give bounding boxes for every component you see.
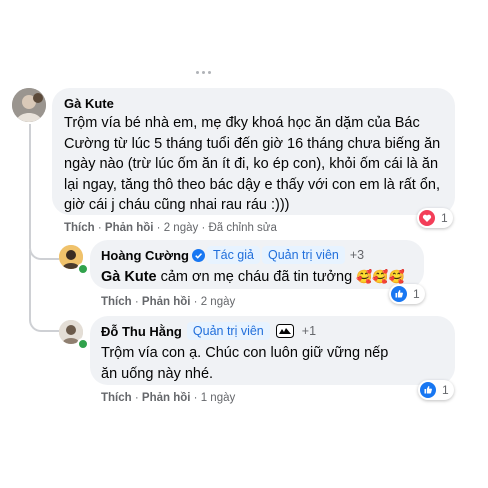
comment-time[interactable]: 1 ngày: [201, 392, 236, 404]
reaction-count[interactable]: 1: [417, 208, 453, 228]
comment-actions: Thích · Phản hồi · 2 ngày: [101, 296, 236, 308]
reply-link[interactable]: Phản hồi: [142, 296, 191, 308]
comment-bubble: Đỗ Thu Hằng Quản trị viên +1 Trộm vía co…: [90, 316, 455, 385]
like-link[interactable]: Thích: [64, 222, 95, 234]
avatar[interactable]: [12, 88, 46, 122]
reaction-count[interactable]: 1: [418, 380, 454, 400]
reply-link[interactable]: Phản hồi: [142, 392, 191, 404]
comment-author[interactable]: Gà Kute: [64, 96, 443, 111]
online-indicator: [77, 263, 89, 275]
top-divider-dots: [196, 71, 216, 75]
avatar-photo-icon: [12, 88, 46, 122]
emoji-text: 🥰🥰🥰: [356, 269, 405, 284]
like-link[interactable]: Thích: [101, 296, 132, 308]
reply-link[interactable]: Phản hồi: [105, 222, 154, 234]
admin-badge[interactable]: Quản trị viên: [186, 322, 270, 340]
like-icon: [391, 286, 407, 302]
reaction-number: 1: [441, 211, 448, 225]
reply-thread-line-2: [29, 250, 59, 332]
reaction-number: 1: [442, 383, 449, 397]
reaction-count[interactable]: 1: [389, 284, 425, 304]
comment-author[interactable]: Hoàng Cường: [101, 248, 189, 263]
edited-label: Đã chỉnh sửa: [208, 222, 277, 234]
author-badge[interactable]: Tác giả: [206, 246, 260, 264]
comment-text: cảm ơn mẹ cháu đã tin tưởng: [156, 269, 357, 285]
more-badges[interactable]: +1: [302, 324, 316, 338]
heart-icon: [419, 210, 435, 226]
comment-actions: Thích · Phản hồi · 1 ngày: [101, 392, 236, 404]
comment-actions: Thích · Phản hồi · 2 ngày · Đã chỉnh sửa: [64, 222, 277, 234]
top-fan-badge-icon[interactable]: [275, 324, 294, 338]
like-link[interactable]: Thích: [101, 392, 132, 404]
comment-author[interactable]: Đỗ Thu Hằng: [101, 324, 182, 339]
comment-time[interactable]: 2 ngày: [201, 296, 236, 308]
admin-badge[interactable]: Quản trị viên: [261, 246, 345, 264]
comment-bubble: Hoàng Cường Tác giả Quản trị viên +3 Gà …: [90, 240, 424, 289]
comment-time[interactable]: 2 ngày: [164, 222, 199, 234]
comment-text: Trộm vía bé nhà em, mẹ đky khoá học ăn d…: [64, 115, 441, 213]
like-icon: [420, 382, 436, 398]
comment-bubble: Gà Kute Trộm vía bé nhà em, mẹ đky khoá …: [52, 88, 455, 215]
more-badges[interactable]: +3: [350, 248, 364, 262]
online-indicator: [77, 338, 89, 350]
mention-link[interactable]: Gà Kute: [101, 269, 157, 285]
comment-text: Trộm vía con ạ. Chúc con luôn giữ vững n…: [101, 345, 389, 382]
reaction-number: 1: [413, 287, 420, 301]
verified-badge-icon: [191, 248, 205, 262]
